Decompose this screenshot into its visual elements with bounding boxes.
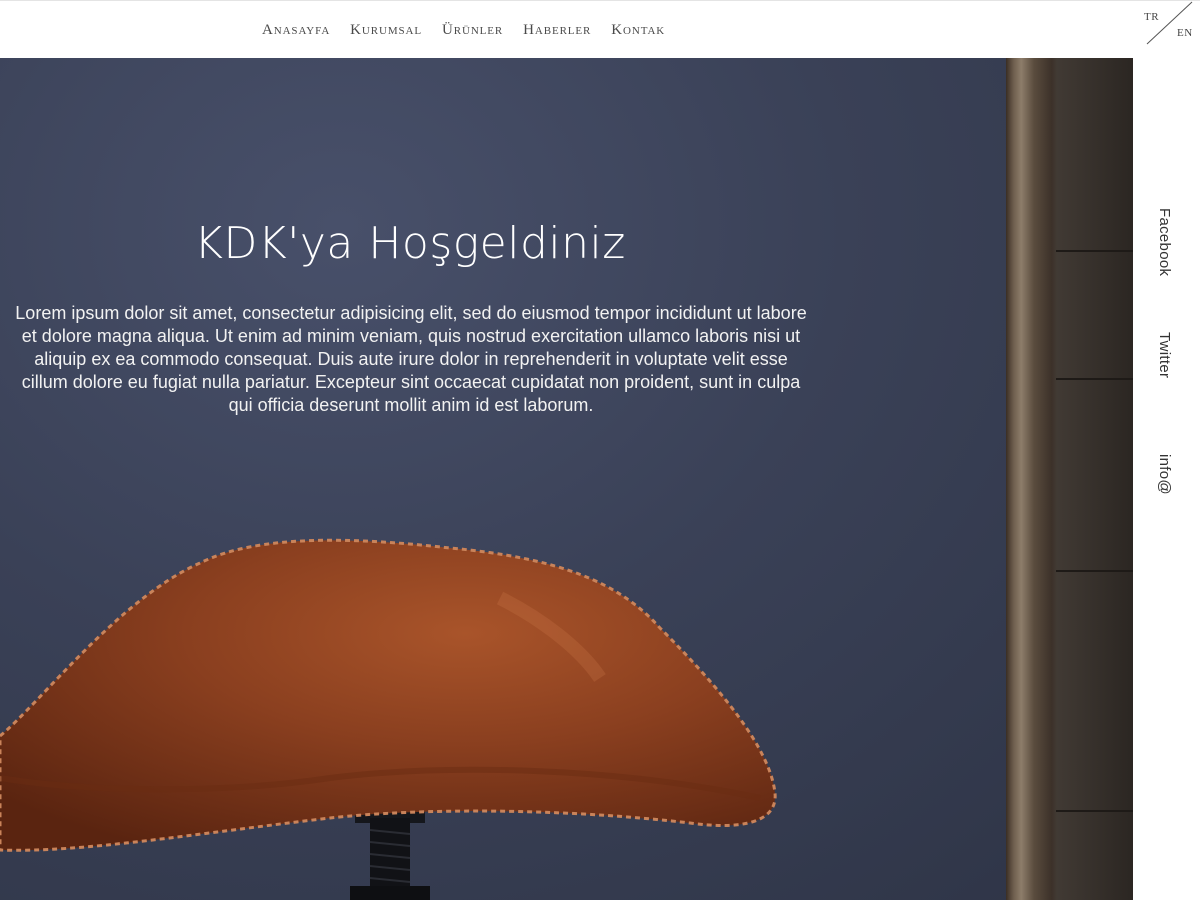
nav-item-anasayfa[interactable]: Anasayfa	[262, 21, 330, 39]
hero-description: Lorem ipsum dolor sit amet, consectetur …	[15, 303, 807, 415]
leather-stool-image	[0, 538, 777, 900]
main-nav: Anasayfa Kurumsal Ürünler Haberler Konta…	[262, 21, 685, 39]
email-link[interactable]: info@	[1156, 454, 1173, 495]
nav-item-haberler[interactable]: Haberler	[523, 21, 591, 39]
lang-en-button[interactable]: EN	[1177, 27, 1193, 39]
hero-section: KDK'ya Hoşgeldiniz Lorem ipsum dolor sit…	[0, 58, 1133, 900]
lang-tr-button[interactable]: TR	[1144, 11, 1159, 23]
facebook-link[interactable]: Facebook	[1156, 208, 1173, 276]
twitter-link[interactable]: Twitter	[1156, 332, 1173, 378]
nav-item-urunler[interactable]: Ürünler	[442, 21, 503, 39]
wood-wall-image	[1006, 58, 1133, 900]
language-switcher: TR EN	[1133, 0, 1200, 58]
plank-line	[1056, 570, 1133, 572]
plank-line	[1056, 378, 1133, 380]
plank-line	[1056, 250, 1133, 252]
top-nav-bar: Anasayfa Kurumsal Ürünler Haberler Konta…	[0, 0, 1200, 58]
plank-line	[1056, 810, 1133, 812]
hero-title: KDK'ya Hoşgeldiniz	[194, 218, 626, 269]
nav-item-kurumsal[interactable]: Kurumsal	[350, 21, 422, 39]
social-sidebar: Facebook Twitter info@	[1133, 58, 1200, 900]
nav-item-kontak[interactable]: Kontak	[611, 21, 665, 39]
